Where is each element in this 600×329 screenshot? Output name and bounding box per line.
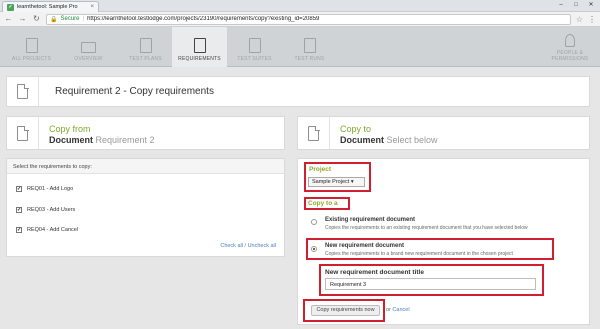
testlodge-favicon-icon: ✓	[7, 3, 14, 11]
browser-menu-icon[interactable]: ⋮	[588, 15, 596, 24]
app-nav-bar: All Projects Overview Test Plans Require…	[0, 27, 600, 67]
copy-from-heading: Copy from	[49, 124, 91, 134]
copy-to-heading: Copy to	[340, 124, 372, 134]
document-label: Document	[340, 135, 385, 145]
nav-label: Overview	[74, 56, 103, 62]
url-input[interactable]: 🔒 Secure | https://learnthetool.testlodg…	[46, 13, 571, 25]
nav-all-projects[interactable]: All Projects	[4, 27, 59, 67]
person-icon	[565, 34, 575, 47]
nav-label: Requirements	[178, 56, 221, 62]
url-separator: |	[82, 16, 85, 22]
bookmark-star-icon[interactable]: ☆	[576, 15, 583, 24]
copy-destination-panel: Project Sample Project ▾ Copy to a Exist…	[297, 158, 590, 325]
browser-tab-strip: ✓ learnthetool: Sample Pro × – □ ✕	[0, 0, 600, 12]
cancel-link[interactable]: Cancel	[392, 307, 409, 313]
project-select[interactable]: Sample Project ▾	[308, 177, 365, 187]
copy-to-document: Document Select below	[340, 135, 438, 145]
window-controls: – □ ✕	[554, 0, 598, 9]
requirement-checkbox[interactable]: ✓	[16, 207, 22, 213]
list-icon	[303, 38, 316, 53]
nav-test-runs[interactable]: Test Runs	[282, 27, 337, 67]
nav-overview[interactable]: Overview	[61, 27, 116, 67]
document-icon	[193, 38, 206, 53]
maximize-button[interactable]: □	[569, 0, 583, 9]
new-document-title-label: New requirement document title	[325, 269, 424, 276]
requirement-label: REQ04 - Add Cancel	[27, 227, 79, 233]
page-title: Requirement 2 - Copy requirements	[55, 86, 214, 97]
nav-label: Test Runs	[294, 56, 325, 62]
requirement-label: REQ03 - Add Users	[27, 207, 76, 213]
select-below-hint: Select below	[386, 135, 438, 145]
requirement-row: ✓ REQ04 - Add Cancel	[16, 227, 78, 233]
requirement-checkbox[interactable]: ✓	[16, 227, 22, 233]
lock-icon: 🔒	[50, 16, 58, 23]
existing-document-description: Copies the requirements to an existing r…	[325, 225, 528, 231]
tab-title: learnthetool: Sample Pro	[17, 4, 78, 10]
nav-test-suites[interactable]: Test Suites	[227, 27, 282, 67]
new-document-radio[interactable]	[311, 246, 317, 252]
project-label: Project	[309, 166, 332, 173]
close-tab-icon[interactable]: ×	[90, 4, 94, 10]
people-label-line2: Permissions	[551, 56, 589, 62]
screen-icon	[81, 42, 96, 53]
nav-label: Test Plans	[129, 56, 162, 62]
requirement-selection-panel: Select the requirements to copy: ✓ REQ01…	[6, 158, 285, 257]
or-text: or	[386, 307, 391, 313]
document-label: Document	[49, 135, 94, 145]
select-requirements-label: Select the requirements to copy:	[7, 159, 284, 174]
folder-icon	[25, 38, 38, 53]
or-cancel: or Cancel	[386, 307, 410, 313]
url-text: https://learnthetool.testlodge.com/proje…	[87, 16, 320, 22]
check-links: Check all / Uncheck all	[220, 243, 276, 249]
minimize-button[interactable]: –	[554, 0, 568, 9]
nav-test-plans[interactable]: Test Plans	[118, 27, 173, 67]
nav-label: People & Permissions	[552, 50, 589, 62]
list-icon	[248, 38, 261, 53]
new-document-description: Copies the requirements to a brand new r…	[325, 251, 513, 257]
close-window-button[interactable]: ✕	[584, 0, 598, 9]
existing-document-title: Existing requirement document	[325, 217, 416, 223]
browser-tab[interactable]: ✓ learnthetool: Sample Pro ×	[2, 1, 99, 12]
nav-people-permissions[interactable]: People & Permissions	[540, 27, 600, 67]
source-document-name: Requirement 2	[95, 135, 155, 145]
requirement-label: REQ01 - Add Logo	[27, 186, 74, 192]
copy-from-header: Copy from Document Requirement 2	[6, 116, 285, 150]
reload-icon[interactable]: ↻	[32, 15, 41, 23]
nav-label: Test Suites	[237, 56, 272, 62]
document-icon	[139, 38, 152, 53]
back-arrow-icon[interactable]: ←	[4, 15, 13, 23]
forward-arrow-icon[interactable]: →	[18, 15, 27, 23]
document-icon	[17, 125, 29, 141]
divider	[38, 117, 39, 149]
copy-to-a-label: Copy to a	[308, 200, 338, 207]
divider	[329, 117, 330, 149]
copy-from-document: Document Requirement 2	[49, 135, 155, 145]
chevron-down-icon: ▾	[350, 179, 354, 185]
uncheck-all-link[interactable]: Uncheck all	[248, 243, 276, 249]
requirement-checkbox[interactable]: ✓	[16, 186, 22, 192]
nav-requirements[interactable]: Requirements	[172, 27, 227, 67]
new-document-title-input[interactable]: Requirement 3	[325, 278, 536, 290]
page-title-card: Requirement 2 - Copy requirements	[6, 76, 590, 107]
secure-label: Secure	[60, 16, 80, 22]
document-icon	[17, 83, 29, 99]
nav-label: All Projects	[11, 56, 52, 62]
existing-document-radio[interactable]	[311, 219, 317, 225]
requirement-row: ✓ REQ03 - Add Users	[16, 207, 75, 213]
document-icon	[308, 125, 320, 141]
copy-requirements-now-button[interactable]: Copy requirements now	[311, 305, 380, 316]
new-document-title: New requirement document	[325, 243, 405, 249]
check-all-link[interactable]: Check all	[220, 243, 243, 249]
copy-to-header: Copy to Document Select below	[297, 116, 590, 150]
requirement-row: ✓ REQ01 - Add Logo	[16, 186, 73, 192]
project-select-value: Sample Project	[312, 179, 350, 185]
address-bar: ← → ↻ 🔒 Secure | https://learnthetool.te…	[0, 12, 600, 27]
divider	[38, 77, 39, 106]
